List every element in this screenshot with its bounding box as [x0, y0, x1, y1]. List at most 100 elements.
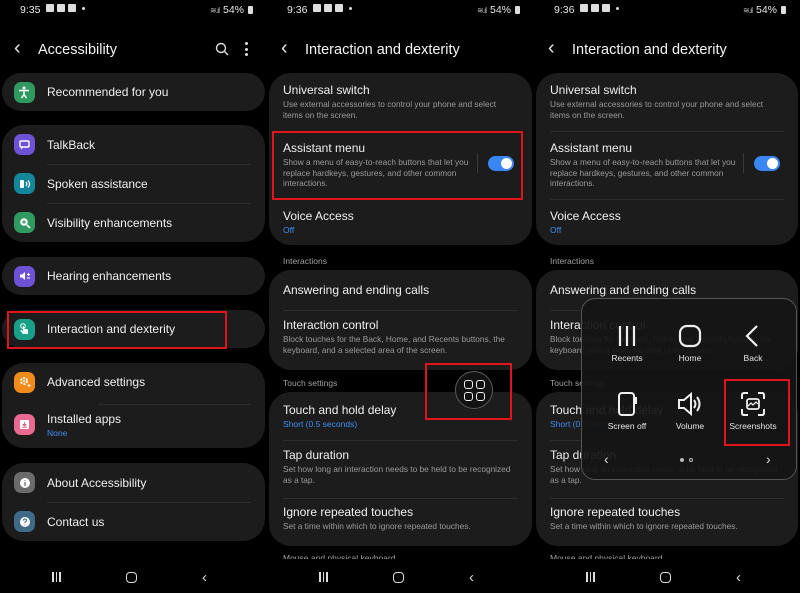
list-item-installed-apps[interactable]: Installed apps None [2, 401, 265, 448]
wifi-signal-icon: ≋.ıl [210, 5, 220, 15]
ignore-repeated-touches-item[interactable]: Ignore repeated touches Set a time withi… [536, 495, 798, 545]
section-header-mouse: Mouse and physical keyboard [550, 553, 663, 559]
voice-access-item[interactable]: Voice Access Off [269, 199, 532, 245]
assistant-menu-floating-button[interactable] [455, 371, 493, 409]
item-label: Hearing enhancements [47, 269, 172, 283]
assistant-menu-item[interactable]: Assistant menu Show a menu of easy-to-re… [536, 131, 798, 199]
assistant-menu-toggle[interactable] [754, 156, 780, 171]
section-header-interactions: Interactions [283, 256, 327, 266]
group-main: Universal switch Use external accessorie… [536, 73, 798, 245]
list-item-contact-us[interactable]: Contact us [2, 502, 265, 541]
assistant-volume-button[interactable]: Volume [657, 391, 723, 431]
voice-access-item[interactable]: Voice Access Off [536, 199, 798, 245]
group-advanced: Advanced settings Installed apps None [2, 363, 265, 448]
item-label: Home [678, 353, 702, 363]
wifi-signal-icon: ≋.ıl [743, 5, 753, 15]
item-label: Voice Access [283, 209, 354, 223]
back-button[interactable]: ‹ [548, 37, 564, 60]
home-button[interactable] [393, 572, 404, 583]
list-item-visibility[interactable]: Visibility enhancements [2, 203, 265, 242]
assistant-menu-item[interactable]: Assistant menu Show a menu of easy-to-re… [269, 131, 532, 199]
more-notifications-icon [616, 6, 619, 10]
item-label: Contact us [47, 514, 105, 529]
volume-icon [678, 391, 701, 417]
battery-percent: 54% [755, 4, 777, 16]
recents-button[interactable] [586, 572, 595, 582]
group-hearing: Hearing enhancements [2, 257, 265, 295]
item-label: Answering and ending calls [283, 283, 430, 297]
list-item-spoken-assistance[interactable]: Spoken assistance [2, 164, 265, 203]
status-right: ≋.ıl 54% [210, 4, 253, 16]
app-bar: ‹ Interaction and dexterity [267, 34, 534, 66]
item-label: TalkBack [47, 137, 96, 152]
next-page-arrow[interactable]: › [766, 451, 771, 467]
page-title: Accessibility [38, 42, 117, 58]
notification-icon [68, 4, 76, 12]
home-button[interactable] [660, 572, 671, 583]
assistant-menu-toggle[interactable] [488, 156, 514, 171]
item-label: Answering and ending calls [550, 283, 697, 297]
group-recommended: Recommended for you [2, 73, 265, 111]
status-right: ≋.ıl 54% [477, 4, 520, 16]
page-dot [689, 458, 693, 462]
list-item-advanced-settings[interactable]: Advanced settings [2, 363, 265, 401]
item-value: Off [550, 225, 562, 235]
spoken-assistance-icon [14, 173, 35, 194]
page-dot-active [680, 458, 684, 462]
item-label: Assistant menu [550, 141, 633, 155]
assistant-home-button[interactable]: Home [657, 323, 723, 363]
assistant-back-button[interactable]: Back [720, 323, 786, 363]
assistant-screenshots-button[interactable]: Screenshots [720, 391, 786, 431]
item-label: Interaction control [283, 318, 379, 332]
download-icon [14, 414, 35, 435]
nav-back-button[interactable]: ‹ [736, 569, 741, 586]
list-item-interaction-dexterity[interactable]: Interaction and dexterity [2, 310, 265, 348]
group-main: Universal switch Use external accessorie… [269, 73, 532, 245]
app-bar: ‹ Interaction and dexterity [534, 34, 800, 66]
nav-back-button[interactable]: ‹ [469, 569, 474, 586]
battery-percent: 54% [222, 4, 244, 16]
more-options-icon[interactable] [243, 41, 249, 57]
list-item-hearing[interactable]: Hearing enhancements [2, 257, 265, 295]
tap-duration-item[interactable]: Tap duration Set how long an interaction… [269, 438, 532, 495]
info-icon [14, 472, 35, 493]
home-button[interactable] [126, 572, 137, 583]
universal-switch-item[interactable]: Universal switch Use external accessorie… [536, 73, 798, 131]
wifi-signal-icon: ≋.ıl [477, 5, 487, 15]
item-value: Short (0.5 seconds) [283, 419, 358, 429]
list-item-about[interactable]: About Accessibility [2, 463, 265, 502]
search-icon[interactable] [215, 42, 229, 56]
assistant-recents-button[interactable]: Recents [594, 323, 660, 363]
check-icon [57, 4, 65, 12]
more-notifications-icon [82, 6, 85, 10]
group-about: About Accessibility Contact us [2, 463, 265, 541]
nav-back-button[interactable]: ‹ [202, 569, 207, 586]
help-icon [14, 511, 35, 532]
notification-icons [580, 4, 619, 12]
home-icon [678, 324, 702, 348]
recents-button[interactable] [52, 572, 61, 582]
previous-page-arrow[interactable]: ‹ [604, 451, 609, 467]
list-item-talkback[interactable]: TalkBack [2, 125, 265, 164]
status-time: 9:35 [20, 4, 41, 16]
ignore-repeated-touches-item[interactable]: Ignore repeated touches Set a time withi… [269, 495, 532, 545]
touch-hold-delay-item[interactable]: Touch and hold delay Short (0.5 seconds) [269, 392, 532, 438]
gallery-icon [580, 4, 588, 12]
back-button[interactable]: ‹ [14, 37, 30, 60]
group-interactions: Answering and ending calls Interaction c… [269, 270, 532, 370]
accessibility-screen: 9:35 ≋.ıl 54% ‹ Accessibility Recommended… [0, 0, 267, 593]
notification-icons [46, 4, 85, 12]
navigation-bar: ‹ [534, 563, 800, 593]
recents-button[interactable] [319, 572, 328, 582]
screen-off-icon [618, 392, 637, 416]
item-label: Back [743, 353, 763, 363]
gear-plus-icon [14, 371, 35, 393]
assistant-screen-off-button[interactable]: Screen off [594, 391, 660, 431]
universal-switch-item[interactable]: Universal switch Use external accessorie… [269, 73, 532, 131]
list-item-recommended[interactable]: Recommended for you [2, 73, 265, 111]
answering-calls-item[interactable]: Answering and ending calls [269, 270, 532, 308]
item-label: Screenshots [729, 421, 777, 431]
back-button[interactable]: ‹ [281, 37, 297, 60]
item-value: None [47, 427, 68, 438]
interaction-control-item[interactable]: Interaction control Block touches for th… [269, 308, 532, 368]
